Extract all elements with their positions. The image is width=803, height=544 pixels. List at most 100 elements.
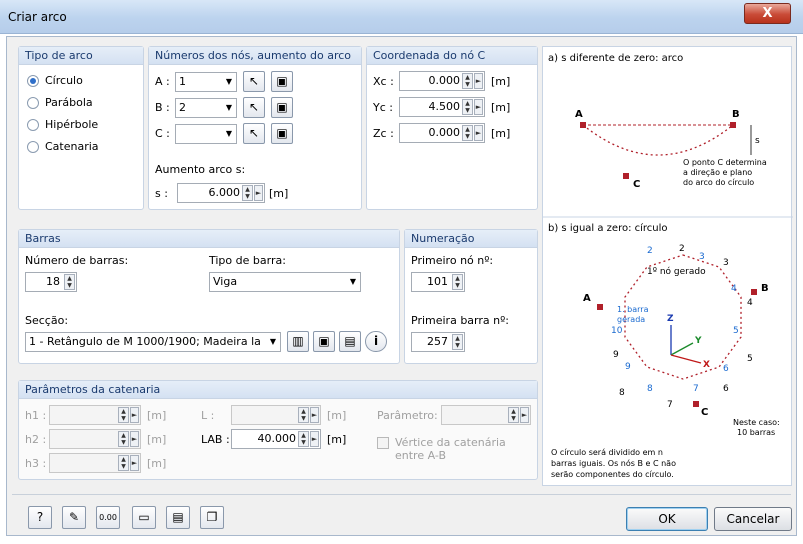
save-button[interactable]: ▤ — [166, 506, 190, 529]
spin-updown-icon[interactable]: ▲ ▼ — [452, 274, 463, 290]
h2-unit: [m] — [147, 433, 167, 446]
vertice-checkbox[interactable] — [377, 437, 389, 449]
new-node-a-button[interactable]: ▣ — [271, 71, 293, 92]
spin-arrow-icon[interactable]: ► — [130, 431, 139, 447]
chevron-down-icon: ▼ — [225, 129, 232, 138]
l-input[interactable]: ▲ ▼ ► — [231, 405, 321, 425]
spin-updown-icon[interactable]: ▲ ▼ — [452, 334, 463, 350]
node-b-select[interactable]: 2 ▼ — [175, 98, 237, 118]
edit-icon: ✎ — [68, 510, 80, 524]
fig-b-caso-2: 10 barras — [737, 428, 775, 437]
spin-arrow-icon[interactable]: ► — [474, 125, 483, 141]
xc-unit: [m] — [491, 75, 511, 88]
units-button[interactable]: 0.00 — [96, 506, 120, 529]
chevron-down-icon: ▼ — [349, 277, 356, 286]
h1-input[interactable]: ▲ ▼ ► — [49, 405, 141, 425]
radio-catenaria[interactable] — [27, 141, 39, 153]
fig-b-note-2: barras iguais. Os nós B e C não — [551, 458, 676, 468]
yc-input[interactable]: 4.500 ▲ ▼ ► — [399, 97, 485, 117]
section-library-button[interactable]: ▥ — [287, 331, 309, 352]
pick-node-c-button[interactable]: ↖ — [243, 123, 265, 144]
fig-b-first-bar-2: gerada — [617, 315, 645, 324]
new-node-b-button[interactable]: ▣ — [271, 97, 293, 118]
copy-button[interactable]: ❐ — [200, 506, 224, 529]
spin-updown-icon[interactable]: ▲ ▼ — [118, 455, 129, 471]
tipo-barra-select[interactable]: Viga ▼ — [209, 272, 361, 292]
group-header: Barras — [19, 230, 399, 248]
l-label: L : — [201, 409, 215, 422]
node-num-7: 7 — [667, 400, 673, 410]
spin-updown-icon[interactable]: ▲ ▼ — [508, 407, 519, 423]
lab-value: 40.000 — [257, 432, 297, 445]
open-icon: ▭ — [138, 510, 150, 524]
node-c-select[interactable]: ▼ — [175, 124, 237, 144]
primeiro-no-value: 101 — [427, 275, 448, 288]
node-num-9: 9 — [613, 350, 619, 360]
pick-node-b-button[interactable]: ↖ — [243, 97, 265, 118]
spin-arrow-icon[interactable]: ► — [130, 407, 139, 423]
spin-arrow-icon[interactable]: ► — [474, 73, 483, 89]
xc-value: 0.000 — [428, 74, 461, 87]
parametro-input[interactable]: ▲ ▼ ► — [441, 405, 531, 425]
spin-arrow-icon[interactable]: ► — [310, 431, 319, 447]
spin-updown-icon[interactable]: ▲ ▼ — [242, 185, 253, 201]
spin-arrow-icon[interactable]: ► — [130, 455, 139, 471]
section-info-button[interactable]: i — [365, 331, 387, 352]
spin-arrow-icon[interactable]: ► — [474, 99, 483, 115]
new-node-c-button[interactable]: ▣ — [271, 123, 293, 144]
node-c-label: C : — [155, 127, 170, 140]
help-button[interactable]: ? — [28, 506, 52, 529]
h3-input[interactable]: ▲ ▼ ► — [49, 453, 141, 473]
l-unit: [m] — [327, 409, 347, 422]
s-input[interactable]: 6.000 ▲ ▼ ► — [177, 183, 265, 203]
pick-node-a-button[interactable]: ↖ — [243, 71, 265, 92]
radio-hiperbole[interactable] — [27, 119, 39, 131]
open-button[interactable]: ▭ — [132, 506, 156, 529]
spin-updown-icon[interactable]: ▲ ▼ — [462, 125, 473, 141]
spin-updown-icon[interactable]: ▲ ▼ — [118, 431, 129, 447]
spin-updown-icon[interactable]: ▲ ▼ — [298, 407, 309, 423]
seccao-select[interactable]: 1 - Retângulo de M 1000/1900; Madeira la… — [25, 332, 281, 352]
node-b-value: 2 — [179, 101, 186, 114]
new-section-button[interactable]: ▣ — [313, 331, 335, 352]
zc-input[interactable]: 0.000 ▲ ▼ ► — [399, 123, 485, 143]
radio-parabola[interactable] — [27, 97, 39, 109]
fig-a-label-s: s — [755, 136, 760, 146]
node-num-4: 4 — [747, 298, 753, 308]
seccao-label: Secção: — [25, 314, 69, 327]
group-numeracao: Numeração Primeiro nó nº: 101 ▲ ▼ Primeira… — [404, 229, 538, 364]
node-num-3: 3 — [723, 258, 729, 268]
num-barras-input[interactable]: 18 ▲ ▼ — [25, 272, 77, 292]
spin-arrow-icon[interactable]: ► — [310, 407, 319, 423]
spin-updown-icon[interactable]: ▲ ▼ — [118, 407, 129, 423]
radio-circulo[interactable] — [27, 75, 39, 87]
primeiro-no-input[interactable]: 101 ▲ ▼ — [411, 272, 465, 292]
save-icon: ▤ — [172, 510, 184, 524]
lab-input[interactable]: 40.000 ▲ ▼ ► — [231, 429, 321, 449]
axis-x-icon — [670, 354, 702, 364]
spin-updown-icon[interactable]: ▲ ▼ — [64, 274, 75, 290]
ok-button[interactable]: OK — [626, 507, 708, 531]
spin-updown-icon[interactable]: ▲ ▼ — [462, 73, 473, 89]
cancel-button[interactable]: Cancelar — [714, 507, 792, 531]
node-b-marker — [730, 122, 736, 128]
edit-button[interactable]: ✎ — [62, 506, 86, 529]
pick-cursor-icon: ↖ — [248, 100, 260, 114]
edit-section-button[interactable]: ▤ — [339, 331, 361, 352]
h2-input[interactable]: ▲ ▼ ► — [49, 429, 141, 449]
yc-label: Yc : — [373, 101, 393, 114]
xc-input[interactable]: 0.000 ▲ ▼ ► — [399, 71, 485, 91]
bar-num-6: 6 — [723, 364, 729, 374]
group-header: Tipo de arco — [19, 47, 143, 65]
spin-updown-icon[interactable]: ▲ ▼ — [298, 431, 309, 447]
h1-unit: [m] — [147, 409, 167, 422]
spin-arrow-icon[interactable]: ► — [520, 407, 529, 423]
primeira-barra-input[interactable]: 257 ▲ ▼ — [411, 332, 465, 352]
close-button[interactable]: X — [744, 3, 791, 24]
fig-b-first-bar-1: 1. barra — [617, 305, 649, 314]
spin-updown-icon[interactable]: ▲ ▼ — [462, 99, 473, 115]
group-barras: Barras Número de barras: 18 ▲ ▼ Tipo de ba… — [18, 229, 400, 364]
node-a-select[interactable]: 1 ▼ — [175, 72, 237, 92]
radio-hiperbole-label: Hipérbole — [45, 118, 99, 131]
spin-arrow-icon[interactable]: ► — [254, 185, 263, 201]
